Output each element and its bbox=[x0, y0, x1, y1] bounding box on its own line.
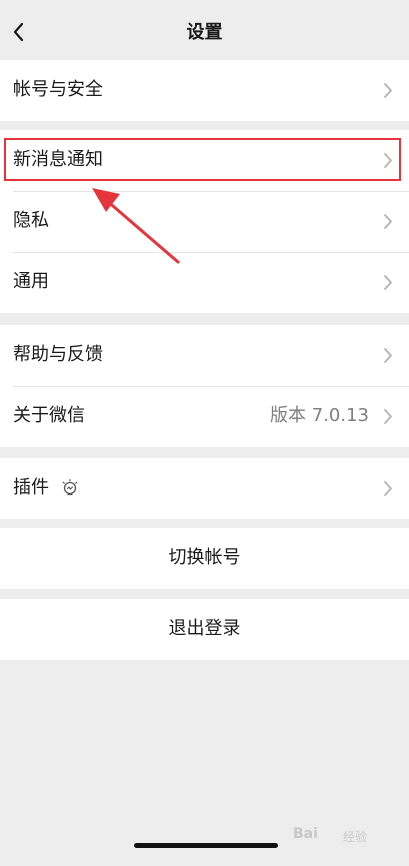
settings-item-account-security[interactable]: 帐号与安全 bbox=[0, 60, 409, 121]
logout-button[interactable]: 退出登录 bbox=[0, 599, 409, 660]
settings-item-plugins[interactable]: 插件 bbox=[0, 458, 409, 519]
watermark-brand: Bai bbox=[293, 826, 318, 842]
settings-item-about-wechat[interactable]: 关于微信 版本 7.0.13 bbox=[0, 386, 409, 447]
page-title: 设置 bbox=[186, 22, 223, 43]
settings-item-label: 帐号与安全 bbox=[13, 79, 103, 100]
chevron-right-icon bbox=[383, 347, 393, 364]
switch-account-label: 切换帐号 bbox=[168, 547, 241, 568]
settings-item-label: 帮助与反馈 bbox=[13, 344, 103, 365]
watermark-sub: 经验 bbox=[343, 830, 368, 844]
settings-item-label: 通用 bbox=[13, 271, 49, 292]
top-navigation-bar: 设置 bbox=[0, 0, 409, 60]
settings-item-label: 关于微信 bbox=[13, 405, 85, 426]
watermark: Bai 经验 bbox=[293, 820, 381, 856]
chevron-right-icon bbox=[383, 274, 393, 291]
settings-item-help-feedback[interactable]: 帮助与反馈 bbox=[0, 325, 409, 386]
lightbulb-icon bbox=[60, 478, 80, 498]
chevron-right-icon bbox=[383, 213, 393, 230]
highlight-box bbox=[4, 138, 401, 181]
settings-item-privacy[interactable]: 隐私 bbox=[0, 191, 409, 252]
annotation-arrow-icon bbox=[80, 180, 190, 270]
settings-item-label: 插件 bbox=[13, 477, 49, 498]
switch-account-button[interactable]: 切换帐号 bbox=[0, 528, 409, 589]
settings-item-label: 隐私 bbox=[13, 210, 49, 231]
version-value: 版本 7.0.13 bbox=[270, 405, 369, 426]
home-indicator bbox=[134, 843, 278, 848]
settings-group-help: 帮助与反馈 关于微信 版本 7.0.13 bbox=[0, 325, 409, 447]
chevron-right-icon bbox=[383, 82, 393, 99]
settings-group-plugins: 插件 bbox=[0, 458, 409, 519]
chevron-right-icon bbox=[383, 480, 393, 497]
logout-label: 退出登录 bbox=[168, 618, 241, 639]
settings-group-account: 帐号与安全 bbox=[0, 60, 409, 121]
settings-item-general[interactable]: 通用 bbox=[0, 252, 409, 313]
chevron-right-icon bbox=[383, 408, 393, 425]
